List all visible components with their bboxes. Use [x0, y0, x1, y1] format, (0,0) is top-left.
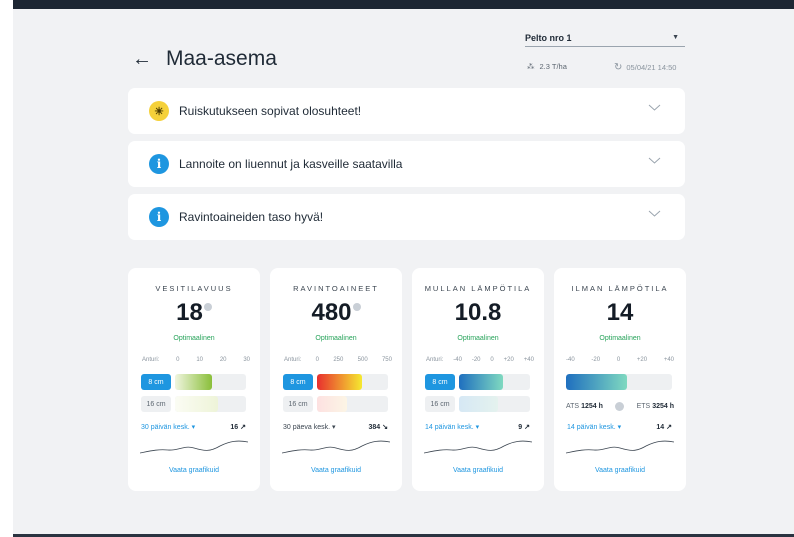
page-header: ← Maa-asema	[132, 47, 277, 71]
depth-8cm-button[interactable]: 8 cm	[141, 374, 171, 390]
chevron-down-icon	[648, 157, 661, 164]
ats-value: ATS 1254 h	[566, 403, 603, 410]
alert-text: Ruiskutukseen sopivat olosuhteet!	[179, 104, 362, 118]
sensor-scale: Anturi: 0 250 500 750	[284, 357, 392, 363]
depth-row-8cm: 8 cm	[141, 374, 246, 390]
sensor-scale: -40 -20 0 +20 +40	[566, 357, 674, 363]
alert-fertilizer[interactable]: i Lannoite on liuennut ja kasveille saat…	[128, 141, 685, 187]
level-bar	[317, 396, 388, 412]
refresh-icon[interactable]: ↻	[614, 62, 622, 73]
average-dropdown[interactable]: 30 päivän kesk. ▾	[141, 423, 195, 431]
depth-16cm-button[interactable]: 16 cm	[141, 396, 171, 412]
lightbulb-icon: ☀	[149, 101, 169, 121]
chevron-down-icon: ▼	[672, 34, 679, 41]
card-title: VESITILAVUUS	[155, 284, 233, 293]
yield-value: 2.3 T/ha	[539, 62, 567, 71]
depth-row-16cm: 16 cm	[141, 396, 246, 412]
info-icon: i	[149, 207, 169, 227]
alert-spraying[interactable]: ☀ Ruiskutukseen sopivat olosuhteet!	[128, 88, 685, 134]
card-value: 14	[606, 299, 634, 326]
info-dot-icon[interactable]	[203, 303, 212, 311]
air-temp-row	[566, 374, 672, 390]
sparkline	[282, 440, 390, 454]
chevron-down-icon	[648, 210, 661, 217]
field-select[interactable]: Pelto nro 1 ▼	[525, 33, 685, 47]
level-fill	[317, 374, 363, 390]
status-text: Optimaalinen	[599, 335, 641, 342]
alert-text: Ravintoaineiden taso hyvä!	[179, 210, 324, 224]
alert-nutrients[interactable]: i Ravintoaineiden taso hyvä!	[128, 194, 685, 240]
sparkline	[566, 440, 674, 454]
average-value: 9 ↗	[518, 424, 530, 431]
level-fill	[175, 374, 212, 390]
card-water-content: VESITILAVUUS 18 Optimaalinen Anturi: 0 10 2…	[128, 268, 260, 491]
updated-timestamp: 05/04/21 14:50	[626, 63, 677, 72]
average-dropdown[interactable]: 14 päivän kesk. ▾	[567, 423, 621, 431]
level-bar	[175, 396, 246, 412]
level-bar	[566, 374, 672, 390]
wheat-icon: ⁂	[527, 62, 535, 71]
depth-row-16cm: 16 cm	[283, 396, 388, 412]
sensor-scale: Anturi: 0 10 20 30	[142, 357, 250, 363]
depth-row-8cm: 8 cm	[283, 374, 388, 390]
back-arrow-icon[interactable]: ←	[132, 49, 152, 69]
card-value: 18	[128, 299, 260, 327]
chevron-down-icon	[648, 104, 661, 111]
top-bar	[13, 0, 794, 9]
sparkline	[140, 440, 248, 454]
last-updated: ↻ 05/04/21 14:50	[614, 62, 676, 73]
status-text: Optimaalinen	[457, 335, 499, 342]
level-bar	[459, 396, 530, 412]
level-fill	[459, 396, 499, 412]
level-bar	[175, 374, 246, 390]
page-title: Maa-asema	[166, 47, 277, 70]
alert-text: Lannoite on liuennut ja kasveille saatav…	[179, 157, 403, 171]
card-title: RAVINTOAINEET	[293, 284, 379, 293]
view-charts-link[interactable]: Vaata graafikuid	[554, 467, 686, 474]
average-dropdown[interactable]: 14 päivän kesk. ▾	[425, 423, 479, 431]
card-nutrients: RAVINTOAINEET 480 Optimaalinen Anturi: 0 2…	[270, 268, 402, 491]
depth-8cm-button[interactable]: 8 cm	[425, 374, 455, 390]
sensor-scale: Anturi: -40 -20 0 +20 +40	[426, 357, 534, 363]
ats-ets-row: ATS 1254 h ETS 3254 h	[566, 402, 674, 411]
depth-row-8cm: 8 cm	[425, 374, 530, 390]
level-fill	[317, 396, 347, 412]
sparkline	[424, 440, 532, 454]
status-text: Optimaalinen	[315, 335, 357, 342]
info-dot-icon[interactable]	[352, 303, 361, 311]
level-fill	[175, 396, 218, 412]
status-text: Optimaalinen	[173, 335, 215, 342]
ets-value: ETS 3254 h	[636, 403, 674, 410]
depth-16cm-button[interactable]: 16 cm	[283, 396, 313, 412]
level-bar	[459, 374, 530, 390]
card-title: MULLAN LÄMPÖTILA	[424, 284, 532, 293]
average-value: 16 ↗	[230, 424, 246, 431]
card-air-temperature: ILMAN LÄMPÖTILA 14 Optimaalinen -40 -20 0 +…	[554, 268, 686, 491]
average-dropdown[interactable]: 30 päeva kesk. ▾	[283, 423, 336, 431]
depth-row-16cm: 16 cm	[425, 396, 530, 412]
field-select-value: Pelto nro 1	[525, 33, 572, 43]
info-icon: i	[149, 154, 169, 174]
view-charts-link[interactable]: Vaata graafikuid	[128, 467, 260, 474]
yield-info: ⁂ 2.3 T/ha	[527, 62, 567, 71]
average-value: 14 ↗	[656, 424, 672, 431]
level-bar	[317, 374, 388, 390]
level-fill	[459, 374, 504, 390]
card-value: 480	[270, 299, 402, 327]
card-title: ILMAN LÄMPÖTILA	[571, 284, 669, 293]
view-charts-link[interactable]: Vaata graafikuid	[270, 467, 402, 474]
card-value: 10.8	[454, 299, 502, 326]
depth-8cm-button[interactable]: 8 cm	[283, 374, 313, 390]
info-dot-icon[interactable]	[615, 402, 625, 411]
level-fill	[566, 374, 628, 390]
average-value: 384 ↘	[368, 424, 389, 431]
view-charts-link[interactable]: Vaata graafikuid	[412, 467, 544, 474]
depth-16cm-button[interactable]: 16 cm	[425, 396, 455, 412]
card-soil-temperature: MULLAN LÄMPÖTILA 10.8 Optimaalinen Antur…	[412, 268, 544, 491]
